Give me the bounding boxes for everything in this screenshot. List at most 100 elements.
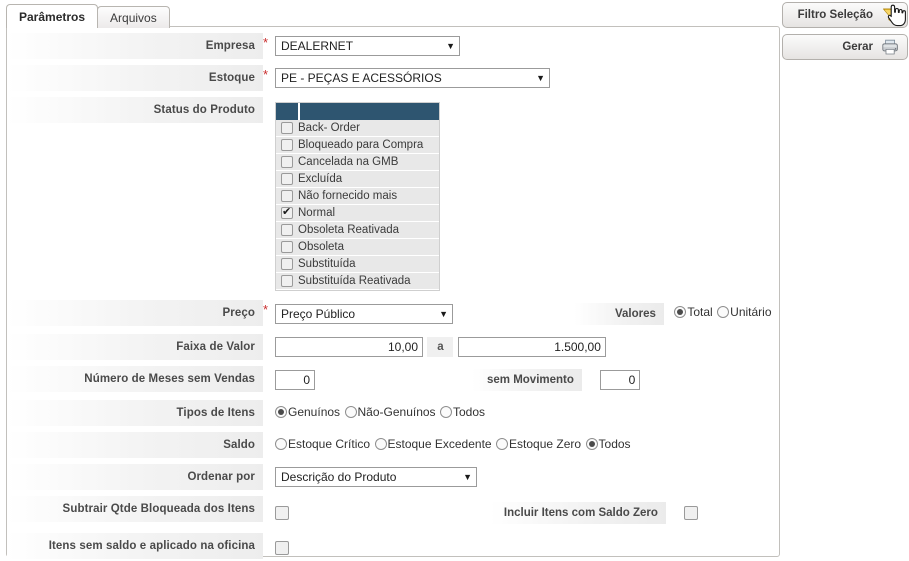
status-produto-checkbox[interactable] — [281, 205, 293, 219]
preco-field: Preço Público ▼ Valores Total Unitário — [275, 300, 779, 328]
status-produto-checkbox-cell — [276, 156, 298, 168]
meses-sem-vendas-field: sem Movimento — [275, 366, 779, 394]
status-produto-checkbox[interactable] — [281, 139, 293, 151]
status-produto-row[interactable]: Substituída — [276, 256, 439, 273]
row-subtrair-qtde: Subtrair Qtde Bloqueada dos Itens Inclui… — [7, 496, 779, 527]
status-produto-row[interactable]: Cancelada na GMB — [276, 154, 439, 171]
saldo-option-estoque-critico-label: Estoque Crítico — [288, 437, 371, 451]
status-produto-checkbox-cell — [276, 241, 298, 253]
valores-option-total-label: Total — [687, 305, 713, 320]
status-produto-listbox-header — [276, 103, 439, 120]
saldo-option-estoque-zero[interactable]: Estoque Zero — [496, 437, 581, 451]
status-produto-checkbox[interactable] — [281, 258, 293, 270]
saldo-required-marker — [263, 432, 275, 435]
faixa-de-valor-required-marker — [263, 334, 275, 337]
tab-arquivos[interactable]: Arquivos — [97, 6, 170, 28]
tab-parametros[interactable]: Parâmetros — [6, 4, 99, 28]
funnel-icon — [879, 4, 901, 26]
itens-sem-saldo-required-marker — [263, 533, 275, 536]
parameters-form: Empresa * DEALERNET ▼ Estoque * PE - PEÇ… — [7, 27, 779, 560]
status-produto-listbox[interactable]: Back- Order Bloqueado para Compra Cancelad… — [275, 102, 440, 291]
faixa-de-valor-to-input[interactable] — [457, 337, 606, 357]
ordenar-por-required-marker — [263, 464, 275, 467]
saldo-option-estoque-zero-label: Estoque Zero — [509, 437, 582, 451]
radio-saldo-todos-icon — [585, 438, 598, 450]
row-status-produto: Status do Produto Back- Order Bloqueado p… — [7, 97, 779, 294]
faixa-de-valor-from-input[interactable] — [275, 337, 423, 357]
status-produto-row[interactable]: Obsoleta Reativada — [276, 222, 439, 239]
saldo-option-estoque-critico[interactable]: Estoque Crítico — [275, 437, 370, 451]
tipos-de-itens-option-todos[interactable]: Todos — [440, 405, 485, 419]
ordenar-por-select-value: Descrição do Produto — [281, 470, 397, 484]
status-produto-row-label: Cancelada na GMB — [298, 156, 399, 168]
itens-sem-saldo-checkbox[interactable] — [275, 540, 289, 555]
row-tipos-de-itens: Tipos de Itens Genuínos Não-Genuínos Tod… — [7, 400, 779, 426]
saldo-option-todos-label: Todos — [598, 437, 631, 451]
subtrair-qtde-field: Incluir Itens com Saldo Zero — [275, 496, 779, 527]
sem-movimento-input[interactable] — [600, 370, 641, 390]
tipos-de-itens-option-genuinos-label: Genuínos — [288, 405, 341, 419]
tipos-de-itens-option-genuinos[interactable]: Genuínos — [275, 405, 340, 419]
incluir-saldo-zero-checkbox[interactable] — [684, 506, 699, 520]
chevron-down-icon: ▼ — [463, 472, 472, 482]
parameters-panel: Empresa * DEALERNET ▼ Estoque * PE - PEÇ… — [6, 26, 780, 560]
status-produto-checkbox[interactable] — [281, 275, 293, 287]
tipos-de-itens-option-todos-label: Todos — [453, 405, 486, 419]
status-produto-checkbox[interactable] — [281, 156, 293, 168]
status-produto-row[interactable]: Não fornecido mais — [276, 188, 439, 205]
chevron-down-icon: ▼ — [536, 73, 545, 83]
estoque-required-marker: * — [263, 67, 269, 82]
printer-icon — [879, 36, 901, 58]
status-produto-checkbox[interactable] — [281, 224, 293, 236]
status-produto-required-marker — [263, 97, 275, 100]
status-produto-row[interactable]: Bloqueado para Compra — [276, 137, 439, 154]
tab-arquivos-label: Arquivos — [110, 10, 157, 25]
valores-option-total[interactable]: Total — [674, 305, 713, 320]
saldo-option-estoque-excedente-label: Estoque Excedente — [387, 437, 492, 451]
status-produto-row[interactable]: Substituída Reativada — [276, 273, 439, 290]
preco-select[interactable]: Preço Público ▼ — [275, 304, 453, 324]
saldo-label: Saldo — [7, 432, 263, 458]
preco-label: Preço — [7, 300, 263, 326]
faixa-de-valor-field: a — [275, 334, 779, 360]
meses-sem-vendas-input[interactable] — [275, 370, 315, 390]
estoque-select[interactable]: PE - PEÇAS E ACESSÓRIOS ▼ — [275, 68, 550, 88]
ordenar-por-select[interactable]: Descrição do Produto ▼ — [275, 467, 477, 487]
radio-unitario-icon — [717, 306, 730, 319]
empresa-field: DEALERNET ▼ — [275, 33, 779, 59]
status-produto-row[interactable]: Obsoleta — [276, 239, 439, 256]
subtrair-qtde-checkbox[interactable] — [275, 506, 289, 520]
itens-sem-saldo-label: Itens sem saldo e aplicado na oficina — [7, 533, 263, 559]
status-produto-field: Back- Order Bloqueado para Compra Cancelad… — [275, 97, 779, 294]
valores-option-unitario[interactable]: Unitário — [717, 305, 772, 319]
status-produto-row[interactable]: Excluída — [276, 171, 439, 188]
status-produto-checkbox[interactable] — [281, 241, 293, 253]
status-produto-checkbox-cell — [276, 173, 298, 185]
status-produto-row[interactable]: Back- Order — [276, 120, 439, 137]
radio-estoque-critico-icon — [275, 438, 287, 450]
tipos-de-itens-option-nao-genuinos[interactable]: Não-Genuínos — [344, 405, 436, 419]
preco-required-marker: * — [263, 302, 269, 317]
status-produto-checkbox-cell — [276, 224, 298, 236]
filtro-selecao-button[interactable]: Filtro Seleção — [782, 2, 908, 28]
preco-select-value: Preço Público — [281, 307, 356, 321]
ordenar-por-field: Descrição do Produto ▼ — [275, 464, 779, 490]
saldo-option-estoque-excedente[interactable]: Estoque Excedente — [374, 437, 492, 451]
row-empresa: Empresa * DEALERNET ▼ — [7, 33, 779, 59]
ordenar-por-label: Ordenar por — [7, 464, 263, 490]
status-produto-row[interactable]: Normal — [276, 205, 439, 222]
itens-sem-saldo-field — [275, 533, 779, 560]
status-produto-row-label: Não fornecido mais — [298, 190, 398, 202]
status-produto-row-label: Back- Order — [298, 122, 360, 134]
row-meses-sem-vendas: Número de Meses sem Vendas sem Movimento — [7, 366, 779, 394]
status-produto-checkbox-cell — [276, 205, 298, 219]
status-produto-checkbox[interactable] — [281, 122, 293, 134]
tab-strip: Parâmetros Arquivos — [6, 4, 780, 28]
estoque-select-value: PE - PEÇAS E ACESSÓRIOS — [281, 71, 442, 85]
tab-parametros-label: Parâmetros — [19, 9, 86, 24]
empresa-select[interactable]: DEALERNET ▼ — [275, 36, 460, 56]
status-produto-checkbox[interactable] — [281, 173, 293, 185]
saldo-option-todos[interactable]: Todos — [585, 437, 631, 451]
status-produto-checkbox[interactable] — [281, 190, 293, 202]
gerar-button[interactable]: Gerar — [782, 34, 908, 60]
